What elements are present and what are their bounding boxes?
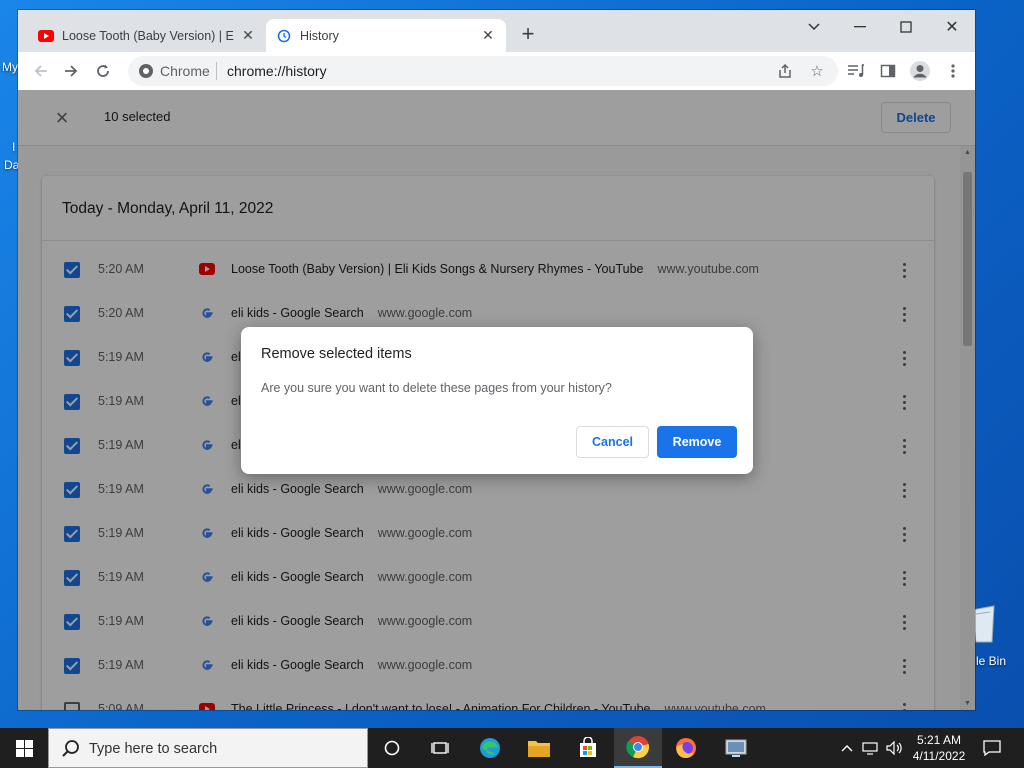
dialog-title: Remove selected items bbox=[261, 346, 412, 362]
url-text[interactable]: chrome://history bbox=[227, 63, 327, 79]
tab-history[interactable]: History ✕ bbox=[266, 19, 506, 52]
start-button[interactable] bbox=[0, 728, 48, 768]
chrome-icon bbox=[139, 64, 153, 78]
forward-icon[interactable] bbox=[60, 60, 82, 82]
edge-icon[interactable] bbox=[466, 728, 514, 768]
minimize-button[interactable] bbox=[846, 16, 874, 38]
system-clock[interactable]: 5:21 AM 4/11/2022 bbox=[908, 732, 970, 764]
close-tab-icon[interactable]: ✕ bbox=[240, 27, 256, 44]
close-window-button[interactable]: ✕ bbox=[938, 16, 966, 38]
tab-strip: Loose Tooth (Baby Version) | Eli K ✕ His… bbox=[18, 10, 975, 52]
desktop-icon-label: My bbox=[2, 60, 18, 74]
toolbar: Chrome chrome://history ☆ bbox=[18, 52, 975, 90]
clock-time: 5:21 AM bbox=[916, 733, 962, 747]
taskbar-search[interactable]: Type here to search bbox=[48, 728, 368, 768]
history-icon bbox=[276, 28, 292, 44]
divider bbox=[216, 62, 217, 80]
tab-title: Loose Tooth (Baby Version) | Eli K bbox=[62, 28, 234, 43]
more-menu-icon[interactable] bbox=[942, 60, 964, 82]
desktop-icon-label: I bbox=[12, 140, 16, 154]
tab-search-icon[interactable] bbox=[800, 16, 828, 38]
site-label: Chrome bbox=[160, 63, 210, 79]
side-panel-icon[interactable] bbox=[877, 60, 899, 82]
taskbar: Type here to search 5:21 AM 4/11/2022 bbox=[0, 728, 1024, 768]
cancel-button[interactable]: Cancel bbox=[576, 426, 649, 458]
cortana-icon[interactable] bbox=[368, 728, 416, 768]
tab-title: History bbox=[300, 28, 339, 43]
dialog-message: Are you sure you want to delete these pa… bbox=[261, 381, 612, 395]
volume-icon[interactable] bbox=[884, 728, 906, 768]
app-taskbar-icon[interactable] bbox=[712, 728, 760, 768]
remove-button[interactable]: Remove bbox=[657, 426, 737, 458]
bookmark-star-icon[interactable]: ☆ bbox=[808, 62, 826, 80]
search-placeholder: Type here to search bbox=[89, 741, 218, 757]
address-bar[interactable]: Chrome chrome://history ☆ bbox=[128, 56, 838, 86]
youtube-icon bbox=[38, 28, 54, 44]
task-view-icon[interactable] bbox=[416, 728, 464, 768]
microsoft-store-icon[interactable] bbox=[564, 728, 612, 768]
share-icon[interactable] bbox=[776, 62, 794, 80]
chrome-taskbar-icon[interactable] bbox=[614, 728, 662, 768]
new-tab-button[interactable]: + bbox=[518, 23, 538, 45]
reload-icon[interactable] bbox=[92, 60, 114, 82]
file-explorer-icon[interactable] bbox=[515, 728, 563, 768]
show-hidden-icons-icon[interactable] bbox=[838, 728, 856, 768]
maximize-button[interactable] bbox=[892, 16, 920, 38]
windows-logo-icon bbox=[15, 739, 33, 757]
network-icon[interactable] bbox=[860, 728, 882, 768]
back-icon[interactable] bbox=[30, 60, 52, 82]
search-icon bbox=[62, 740, 79, 757]
firefox-icon[interactable] bbox=[662, 728, 710, 768]
notifications-icon[interactable] bbox=[978, 728, 1006, 768]
tab-youtube[interactable]: Loose Tooth (Baby Version) | Eli K ✕ bbox=[28, 19, 266, 52]
clock-date: 4/11/2022 bbox=[912, 749, 966, 763]
media-control-icon[interactable] bbox=[845, 60, 867, 82]
profile-avatar-icon[interactable] bbox=[909, 60, 931, 82]
close-tab-icon[interactable]: ✕ bbox=[480, 27, 496, 44]
remove-items-dialog: Remove selected items Are you sure you w… bbox=[241, 327, 753, 474]
recycle-bin-label: le Bin bbox=[976, 654, 1007, 668]
